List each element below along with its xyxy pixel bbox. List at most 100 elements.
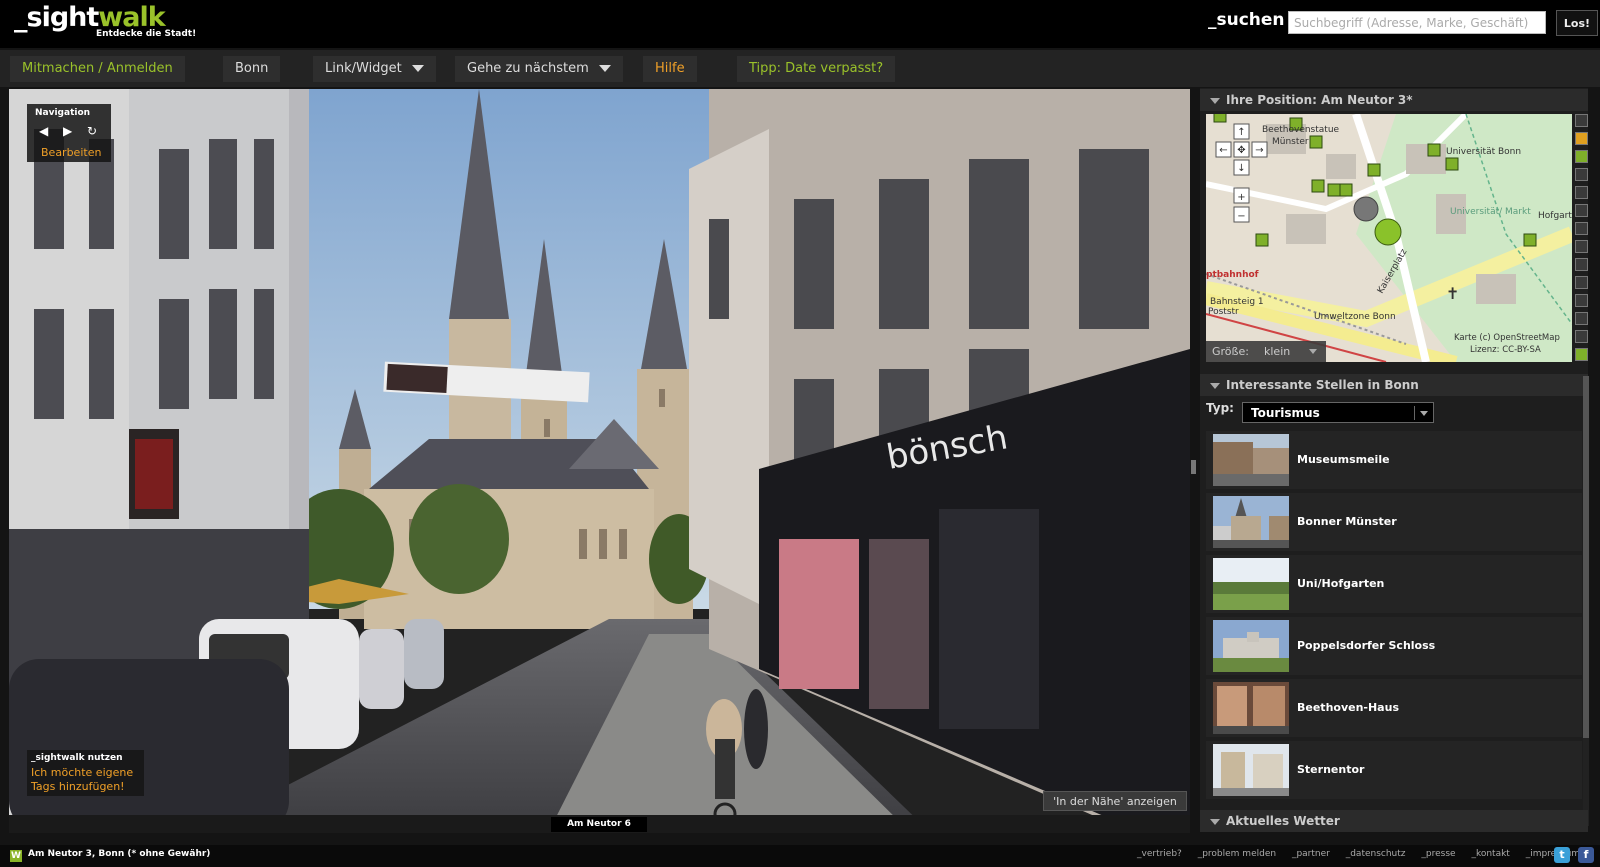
- expand-icon[interactable]: [1575, 348, 1588, 361]
- logo-prefix: _sight: [14, 2, 99, 33]
- ruler-icon[interactable]: [1575, 222, 1588, 235]
- search-button[interactable]: Los!: [1556, 10, 1598, 36]
- footer-link-partner[interactable]: _partner: [1292, 849, 1330, 859]
- sightwalk-use-box: _sightwalk nutzen Ich möchte eigene Tags…: [27, 750, 144, 796]
- map-label-muenster: Münster: [1272, 137, 1309, 147]
- nav-tip-label: Tipp: Date verpasst?: [749, 61, 884, 76]
- position-map[interactable]: ✝ Beethovenstatue Münster Universität Bo…: [1206, 114, 1572, 362]
- svg-text:←: ←: [1219, 145, 1227, 156]
- street-scene-image[interactable]: bönsch: [9, 89, 1190, 831]
- type-select[interactable]: Tourismus: [1242, 402, 1434, 423]
- svg-text:✥: ✥: [1237, 145, 1245, 156]
- nav-join-login[interactable]: Mitmachen / Anmelden: [10, 56, 185, 82]
- nav-join-login-label: Mitmachen / Anmelden: [22, 61, 173, 76]
- map-size-selector[interactable]: Größe: klein: [1206, 341, 1326, 362]
- map-license: Lizenz: CC-BY-SA: [1470, 345, 1541, 355]
- nav-goto-nearest[interactable]: Gehe zu nächstem: [455, 56, 623, 82]
- footer-links: _vertrieb? _problem melden _partner _dat…: [1137, 849, 1593, 859]
- layer-icon[interactable]: [1575, 132, 1588, 145]
- map-toolbar: [1575, 114, 1590, 362]
- facebook-icon[interactable]: f: [1578, 847, 1594, 863]
- door-icon[interactable]: [1575, 312, 1588, 325]
- nav-city-label: Bonn: [235, 61, 269, 76]
- svg-text:+: +: [1237, 192, 1245, 203]
- poi-panel-header[interactable]: Interessante Stellen in Bonn: [1200, 374, 1588, 396]
- poi-item[interactable]: Uni/Hofgarten: [1206, 555, 1582, 613]
- panel-resize-handle[interactable]: [1191, 460, 1196, 474]
- chevron-down-icon: [1309, 349, 1317, 354]
- poi-thumbnail: [1213, 496, 1289, 548]
- footer-link-impressum[interactable]: _impressum: [1526, 849, 1580, 859]
- poi-thumbnail: [1213, 620, 1289, 672]
- size-value: klein: [1264, 345, 1291, 358]
- nav-help-label: Hilfe: [655, 61, 685, 76]
- footer-link-kontakt[interactable]: _kontakt: [1471, 849, 1509, 859]
- chevron-down-icon: [1420, 411, 1428, 416]
- help-icon[interactable]: [1575, 114, 1588, 127]
- nav-city[interactable]: Bonn: [223, 56, 281, 82]
- print-icon[interactable]: [1575, 330, 1588, 343]
- svg-text:↑: ↑: [1237, 127, 1245, 138]
- poi-thumbnail: [1213, 744, 1289, 796]
- street-label: Am Neutor 6: [551, 817, 647, 832]
- poi-item[interactable]: Beethoven-Haus: [1206, 679, 1582, 737]
- footer-link-vertrieb[interactable]: _vertrieb?: [1137, 849, 1182, 859]
- add-tags-link[interactable]: Ich möchte eigene Tags hinzufügen!: [31, 766, 141, 794]
- search-input[interactable]: [1288, 11, 1546, 34]
- nav-link-widget[interactable]: Link/Widget: [313, 56, 436, 82]
- footer-link-presse[interactable]: _presse: [1421, 849, 1455, 859]
- nav-help[interactable]: Hilfe: [643, 56, 697, 82]
- nav-link-widget-label: Link/Widget: [325, 61, 402, 76]
- size-label: Größe:: [1212, 345, 1249, 358]
- direction-marker[interactable]: [1374, 218, 1402, 246]
- main-nav: Mitmachen / Anmelden Bonn Link/Widget Ge…: [0, 50, 1600, 87]
- svg-text:✝: ✝: [1446, 284, 1459, 303]
- person-icon[interactable]: [1575, 186, 1588, 199]
- map-label-poststr: Poststr: [1208, 307, 1239, 317]
- map-label-bahnsteig: Bahnsteig 1: [1210, 297, 1264, 307]
- poi-name: Poppelsdorfer Schloss: [1297, 639, 1436, 652]
- poi-scrollbar[interactable]: [1583, 376, 1589, 826]
- poi-item[interactable]: Bonner Münster: [1206, 493, 1582, 551]
- poi-filter-icon[interactable]: [1575, 150, 1588, 163]
- poi-thumbnail: [1213, 434, 1289, 486]
- collapse-icon: [1210, 97, 1220, 104]
- footer-link-problem[interactable]: _problem melden: [1198, 849, 1276, 859]
- poi-item[interactable]: Sternentor: [1206, 741, 1582, 799]
- arrow-left-icon[interactable]: ◀: [39, 124, 48, 138]
- poi-name: Sternentor: [1297, 763, 1365, 776]
- position-panel-header[interactable]: Ihre Position: Am Neutor 3*: [1200, 89, 1588, 111]
- poi-name: Bonner Münster: [1297, 515, 1397, 528]
- list-icon[interactable]: [1575, 204, 1588, 217]
- poi-panel-title: Interessante Stellen in Bonn: [1226, 378, 1419, 392]
- car-icon[interactable]: [1575, 276, 1588, 289]
- show-nearby-button[interactable]: 'In der Nähe' anzeigen: [1043, 791, 1187, 811]
- svg-text:↓: ↓: [1237, 163, 1245, 174]
- navigation-title: Navigation: [35, 108, 91, 118]
- map-label-uni: Universität Bonn: [1446, 147, 1521, 157]
- tool-icon[interactable]: [1575, 168, 1588, 181]
- plus-icon[interactable]: [1575, 294, 1588, 307]
- map-label-umweltzone: Umweltzone Bonn: [1314, 312, 1396, 322]
- type-select-value: Tourismus: [1251, 406, 1320, 420]
- twitter-icon[interactable]: t: [1554, 847, 1570, 863]
- footer-location: Am Neutor 3, Bonn (* ohne Gewähr): [28, 849, 211, 859]
- arrow-right-icon[interactable]: ▶: [63, 124, 72, 138]
- poi-name: Beethoven-Haus: [1297, 701, 1399, 714]
- poi-item[interactable]: Poppelsdorfer Schloss: [1206, 617, 1582, 675]
- street-view-panorama[interactable]: bönsch: [9, 89, 1190, 831]
- building-icon[interactable]: [1575, 258, 1588, 271]
- sightwalk-marker-icon: W: [10, 850, 22, 862]
- poi-item[interactable]: Museumsmeile: [1206, 431, 1582, 489]
- edit-link[interactable]: Bearbeiten: [41, 146, 101, 159]
- poi-scrollbar-thumb[interactable]: [1583, 376, 1589, 738]
- chevron-down-icon: [411, 65, 424, 72]
- footer-link-datenschutz[interactable]: _datenschutz: [1346, 849, 1406, 859]
- current-position-marker[interactable]: [1353, 196, 1379, 222]
- parked-car: [9, 659, 289, 831]
- camera-icon[interactable]: [1575, 240, 1588, 253]
- weather-panel-header[interactable]: Aktuelles Wetter: [1200, 810, 1588, 832]
- nav-tip[interactable]: Tipp: Date verpasst?: [737, 56, 896, 82]
- sightwalk-logo[interactable]: _sightwalk Entdecke die Stadt!: [14, 2, 196, 39]
- rotate-icon[interactable]: ↻: [87, 124, 97, 138]
